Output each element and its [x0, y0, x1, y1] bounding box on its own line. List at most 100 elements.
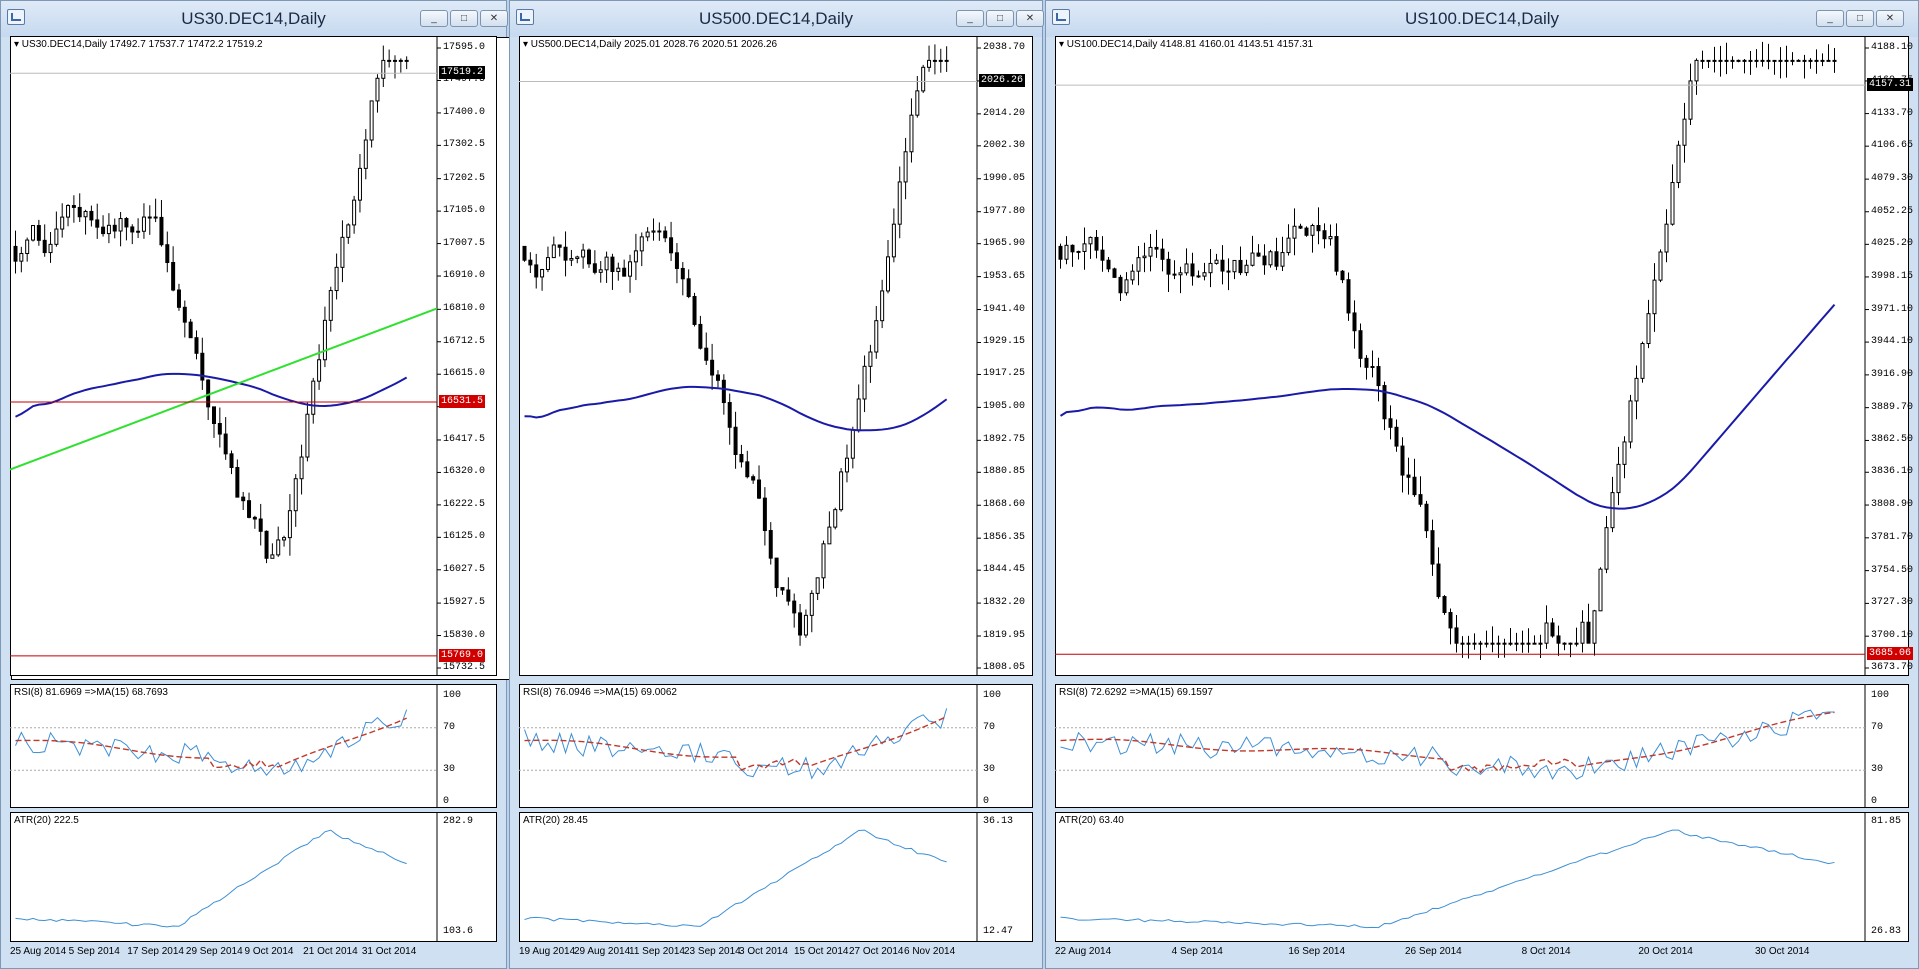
price-tick-label: 4052.25 [1871, 205, 1914, 217]
candle-body [1448, 612, 1453, 629]
candle-body [1364, 357, 1369, 368]
candle-body [1826, 59, 1831, 62]
candle-body [1580, 621, 1585, 644]
candle-body [1772, 59, 1777, 62]
candle-body [1166, 258, 1171, 275]
candle-body [1058, 245, 1063, 260]
candle-body [1358, 330, 1363, 359]
candle-body [1244, 264, 1249, 274]
candle-body [1226, 270, 1231, 273]
rsi-ma-line [1060, 711, 1835, 774]
candle-body [1094, 236, 1099, 251]
candle-body [1724, 59, 1729, 62]
candle-body [1664, 223, 1669, 253]
candle-body [1310, 225, 1315, 236]
candle-body [1304, 227, 1309, 236]
candle-body [1496, 642, 1501, 645]
date-tick-label: 22 Aug 2014 [1055, 946, 1112, 957]
candle-body [1346, 279, 1351, 314]
candle-body [1742, 59, 1747, 62]
candle-body [1154, 246, 1159, 250]
candle-body [1328, 236, 1333, 240]
date-tick-label: 26 Sep 2014 [1405, 946, 1462, 957]
hline-price-tag: 3685.06 [1867, 647, 1914, 661]
candle-body [1820, 59, 1825, 62]
candle-body [1514, 642, 1519, 645]
candle-body [1298, 225, 1303, 229]
candle-body [1274, 251, 1279, 267]
candle-body [1760, 59, 1765, 62]
candle-body [1706, 59, 1711, 62]
rsi-header: RSI(8) 72.6292 =>MA(15) 69.1597 [1059, 687, 1213, 698]
candle-body [1712, 59, 1717, 62]
candle-body [1736, 59, 1741, 62]
candle-body [1340, 270, 1345, 281]
candle-body [1208, 262, 1213, 274]
candle-body [1568, 642, 1573, 645]
price-tick-label: 4025.20 [1871, 238, 1914, 250]
date-tick-label: 16 Sep 2014 [1288, 946, 1346, 957]
price-tick-label: 4106.65 [1871, 140, 1914, 152]
candle-body [1460, 642, 1465, 645]
candle-body [1286, 237, 1291, 254]
candle-body [1604, 527, 1609, 570]
candle-body [1832, 59, 1837, 62]
candle-body [1670, 182, 1675, 225]
candle-body [1400, 445, 1405, 476]
candle-body [1262, 255, 1267, 266]
candle-body [1406, 474, 1411, 478]
candle-body [1550, 622, 1555, 637]
candle-body [1334, 236, 1339, 272]
candle-body [1730, 59, 1735, 62]
candle-body [1142, 255, 1147, 259]
candle-body [1256, 252, 1261, 257]
date-tick-label: 4 Sep 2014 [1171, 946, 1223, 957]
candle-body [1454, 627, 1459, 644]
atr-header: ATR(20) 63.40 [1059, 815, 1124, 826]
candle-body [1682, 118, 1687, 146]
candle-body [1538, 642, 1543, 645]
candle-body [1622, 441, 1627, 465]
candle-body [1106, 259, 1111, 270]
candle-body [1808, 59, 1813, 62]
candle-body [1790, 59, 1795, 62]
candle-body [1574, 642, 1579, 645]
candle-body [1628, 400, 1633, 443]
candle-body [1292, 225, 1297, 239]
moving-average-line [1059, 303, 1836, 510]
atr-tick-label: 81.85 [1871, 816, 1902, 827]
candle-body [1112, 268, 1117, 278]
candle-body [1436, 563, 1441, 598]
rsi-tick-label: 0 [1871, 796, 1878, 807]
candle-body [1526, 642, 1531, 645]
rsi-tick-label: 70 [1871, 721, 1884, 733]
candle-body [1646, 313, 1651, 345]
candle-body [1376, 366, 1381, 387]
candle-body [1490, 642, 1495, 645]
date-tick-label: 30 Oct 2014 [1755, 946, 1810, 957]
candle-body [1658, 251, 1663, 281]
candle-body [1478, 642, 1483, 645]
candle-body [1466, 642, 1471, 645]
price-tick-label: 3673.70 [1871, 662, 1914, 673]
candle-body [1268, 251, 1273, 266]
candle-body [1280, 252, 1285, 267]
chart-header: ▾ US100.DEC14,Daily 4148.81 4160.01 4143… [1059, 39, 1314, 50]
atr-tick-label: 26.83 [1871, 926, 1902, 937]
candle-body [1562, 642, 1567, 645]
current-price-tag: 4157.31 [1867, 78, 1914, 92]
price-tick-label: 3862.50 [1871, 434, 1914, 446]
candle-body [1178, 272, 1183, 276]
candle-body [1676, 144, 1681, 184]
candle-body [1748, 59, 1753, 62]
chart-svg [1055, 36, 1869, 942]
candle-body [1520, 642, 1525, 645]
price-tick-label: 3727.30 [1871, 597, 1914, 609]
candle-body [1352, 312, 1357, 332]
candle-body [1688, 80, 1693, 120]
candle-body [1370, 366, 1375, 369]
price-tick-label: 3781.70 [1871, 531, 1914, 543]
candle-body [1064, 244, 1069, 260]
candle-body [1130, 270, 1135, 281]
candle-body [1082, 243, 1087, 252]
